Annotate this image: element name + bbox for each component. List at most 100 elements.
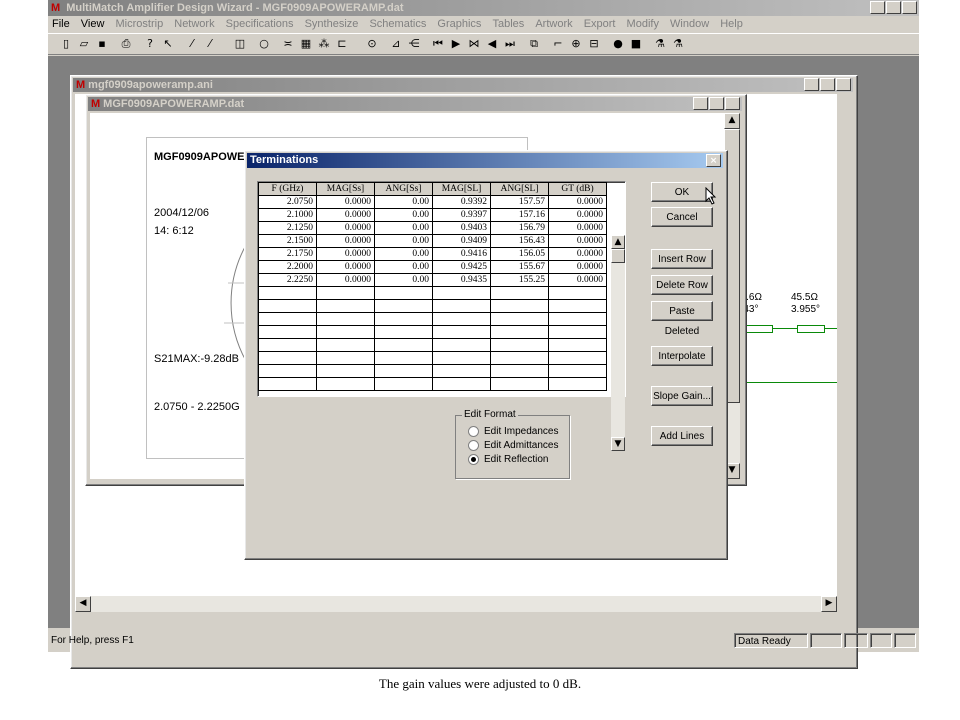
table-cell[interactable]: 157.16: [490, 208, 549, 222]
last-icon[interactable]: ⏭: [502, 37, 518, 51]
split-icon[interactable]: ⋈: [466, 37, 482, 51]
table-cell[interactable]: 0.00: [374, 273, 433, 287]
minimize-icon[interactable]: _: [870, 1, 885, 14]
menu-help[interactable]: Help: [716, 16, 747, 32]
table-row[interactable]: 2.0750 0.0000 0.00 0.9392 157.57 0.0000: [258, 195, 607, 209]
menu-file[interactable]: File: [48, 16, 74, 32]
table-cell[interactable]: [316, 325, 375, 339]
col-frequency[interactable]: F (GHz): [258, 182, 317, 196]
table-cell[interactable]: [490, 364, 549, 378]
ani-title-bar[interactable]: Mmgf0909apoweramp.ani _ □ ×: [73, 78, 853, 92]
table-cell[interactable]: [490, 312, 549, 326]
menu-export[interactable]: Export: [580, 16, 620, 32]
table-cell[interactable]: [374, 325, 433, 339]
minimize-icon[interactable]: _: [693, 97, 708, 110]
open-folder-icon[interactable]: ▱: [76, 37, 92, 51]
menu-tables[interactable]: Tables: [488, 16, 528, 32]
table-cell[interactable]: [316, 286, 375, 300]
table-cell[interactable]: 0.9392: [432, 195, 491, 209]
table-row-empty[interactable]: [258, 377, 607, 391]
table-cell[interactable]: 155.25: [490, 273, 549, 287]
tree-icon[interactable]: ⁂: [316, 37, 332, 51]
cancel-button[interactable]: Cancel: [651, 207, 713, 227]
dialog-title-bar[interactable]: Terminations ×: [247, 153, 723, 168]
table-cell[interactable]: 0.0000: [548, 273, 607, 287]
restore-icon[interactable]: □: [886, 1, 901, 14]
table-cell[interactable]: [548, 325, 607, 339]
table-row-empty[interactable]: [258, 286, 607, 300]
table-cell[interactable]: 0.00: [374, 208, 433, 222]
table-cell[interactable]: [432, 338, 491, 352]
table-row-empty[interactable]: [258, 325, 607, 339]
table-cell[interactable]: [432, 364, 491, 378]
table-cell[interactable]: [548, 299, 607, 313]
interpolate-button[interactable]: Interpolate: [651, 346, 713, 366]
grid-icon[interactable]: ▦: [298, 37, 314, 51]
ok-button[interactable]: OK: [651, 182, 713, 202]
table-cell[interactable]: 156.43: [490, 234, 549, 248]
table-cell[interactable]: 2.0750: [258, 195, 317, 209]
menu-window[interactable]: Window: [666, 16, 713, 32]
play-icon[interactable]: ▶: [448, 37, 464, 51]
table-cell[interactable]: 0.9425: [432, 260, 491, 274]
table-cell[interactable]: 0.0000: [316, 208, 375, 222]
terminations-grid[interactable]: F (GHz) MAG[Ss] ANG[Ss] MAG[SL] ANG[SL] …: [257, 181, 626, 397]
table-cell[interactable]: 2.1500: [258, 234, 317, 248]
table-cell[interactable]: [548, 364, 607, 378]
circle-b-icon[interactable]: ●: [610, 37, 626, 51]
table-cell[interactable]: [374, 364, 433, 378]
table-cell[interactable]: [258, 364, 317, 378]
radio-selected-icon[interactable]: [468, 454, 479, 465]
table-cell[interactable]: [490, 299, 549, 313]
table-cell[interactable]: 0.9403: [432, 221, 491, 235]
table-cell[interactable]: [490, 351, 549, 365]
table-cell[interactable]: [374, 351, 433, 365]
table-row-empty[interactable]: [258, 364, 607, 378]
tool-i-icon[interactable]: ⌐: [550, 37, 566, 51]
square-icon[interactable]: ■: [628, 37, 644, 51]
app-title-bar[interactable]: M MultiMatch Amplifier Design Wizard - M…: [48, 0, 919, 16]
first-icon[interactable]: ⏮: [430, 37, 446, 51]
col-mag-ss[interactable]: MAG[Ss]: [316, 182, 375, 196]
table-cell[interactable]: 0.00: [374, 195, 433, 209]
table-cell[interactable]: [432, 377, 491, 391]
table-cell[interactable]: 0.9435: [432, 273, 491, 287]
scroll-right-icon[interactable]: ▶: [821, 596, 837, 612]
table-cell[interactable]: 0.0000: [316, 247, 375, 261]
table-cell[interactable]: [490, 338, 549, 352]
table-cell[interactable]: [316, 351, 375, 365]
table-cell[interactable]: [432, 325, 491, 339]
table-cell[interactable]: 0.0000: [548, 247, 607, 261]
table-cell[interactable]: [316, 299, 375, 313]
tool-a-icon[interactable]: ⁄: [184, 37, 200, 51]
menu-synthesize[interactable]: Synthesize: [301, 16, 363, 32]
menu-microstrip[interactable]: Microstrip: [112, 16, 168, 32]
table-cell[interactable]: [258, 338, 317, 352]
add-lines-button[interactable]: Add Lines: [651, 426, 713, 446]
scroll-down-icon[interactable]: ▼: [611, 437, 625, 451]
table-cell[interactable]: 0.0000: [548, 195, 607, 209]
table-cell[interactable]: 0.00: [374, 234, 433, 248]
table-row-empty[interactable]: [258, 338, 607, 352]
restore-icon[interactable]: □: [709, 97, 724, 110]
back-icon[interactable]: ◀: [484, 37, 500, 51]
minimize-icon[interactable]: _: [804, 78, 819, 91]
table-cell[interactable]: [548, 377, 607, 391]
table-cell[interactable]: [432, 351, 491, 365]
scroll-up-icon[interactable]: ▲: [611, 235, 625, 249]
table-cell[interactable]: [258, 325, 317, 339]
table-cell[interactable]: 0.0000: [316, 234, 375, 248]
table-cell[interactable]: [258, 312, 317, 326]
col-mag-sl[interactable]: MAG[SL]: [432, 182, 491, 196]
table-row[interactable]: 2.1000 0.0000 0.00 0.9397 157.16 0.0000: [258, 208, 607, 222]
tool-b-icon[interactable]: ⁄: [202, 37, 218, 51]
table-cell[interactable]: 2.1000: [258, 208, 317, 222]
dat-title-bar[interactable]: M MGF0909APOWERAMP.dat _ □ ×: [88, 97, 742, 111]
insert-row-button[interactable]: Insert Row: [651, 249, 713, 269]
table-cell[interactable]: [374, 312, 433, 326]
table-row[interactable]: 2.1500 0.0000 0.00 0.9409 156.43 0.0000: [258, 234, 607, 248]
table-cell[interactable]: 0.0000: [548, 260, 607, 274]
table-row[interactable]: 2.1750 0.0000 0.00 0.9416 156.05 0.0000: [258, 247, 607, 261]
table-cell[interactable]: [548, 286, 607, 300]
col-ang-ss[interactable]: ANG[Ss]: [374, 182, 433, 196]
